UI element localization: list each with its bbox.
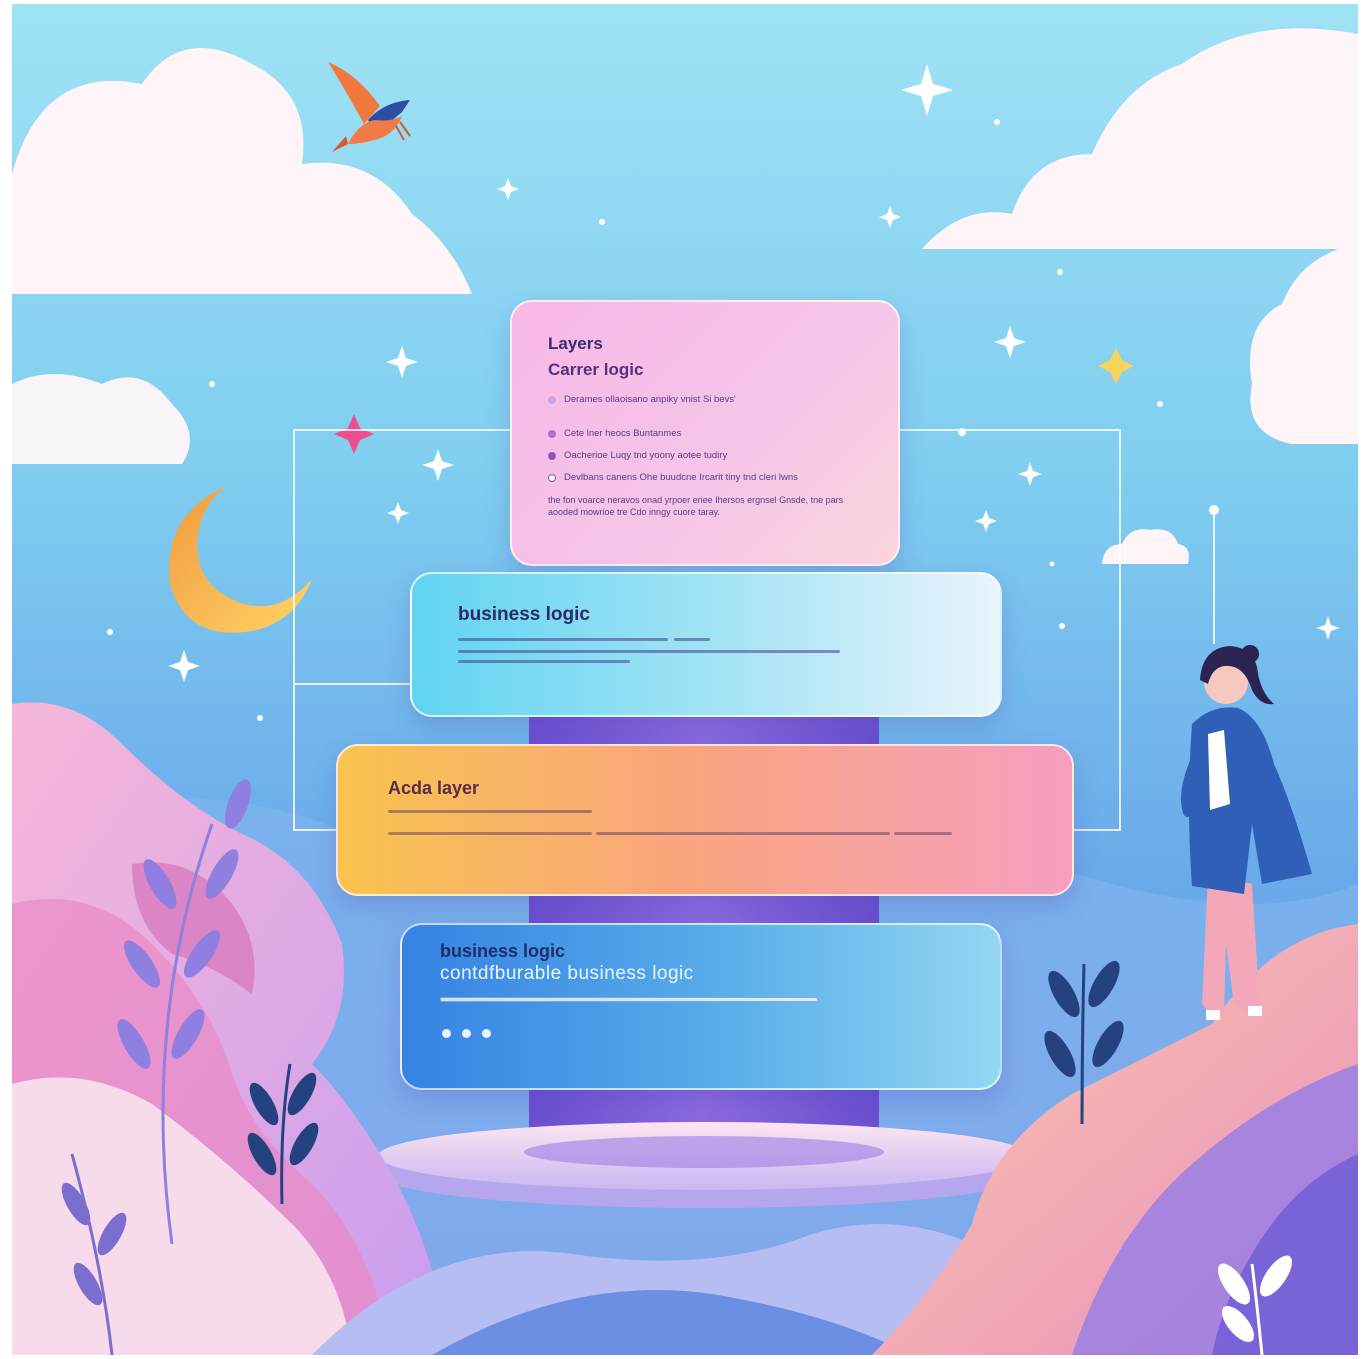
card-heading: Acda layer xyxy=(388,778,480,798)
bullet-dot xyxy=(548,396,556,404)
dot xyxy=(482,1029,491,1038)
dot xyxy=(462,1029,471,1038)
sparkle-icon xyxy=(1098,348,1134,384)
text-line xyxy=(458,650,840,653)
text-line xyxy=(894,832,952,835)
dots-indicator xyxy=(442,1025,502,1043)
list-item: Derames ollaoisano anpiky vnist Si bevs' xyxy=(548,394,878,406)
card-subheading: Carrer logic xyxy=(548,360,644,379)
list-item: Devlbans canens Ohe buudcne Ircarit tiny… xyxy=(548,472,878,484)
illustration-scene: Layers Carrer logic Derames ollaoisano a… xyxy=(12,4,1358,1355)
card-heading: business logic xyxy=(458,604,590,625)
text-line xyxy=(440,997,818,1002)
sparkle-icon xyxy=(334,414,374,454)
layer-card-core: Layers Carrer logic Derames ollaoisano a… xyxy=(510,300,900,566)
text-line xyxy=(388,832,592,835)
card-paragraph: the fon voarce neravos onad yrpoer eriee… xyxy=(548,495,844,517)
text-line xyxy=(458,638,668,641)
layer-card-business: business logic xyxy=(410,572,1002,717)
list-item: Oacherioe Luqy tnd yoony aotee tudiry xyxy=(548,450,878,462)
layer-card-configurable: business logic contdfburable business lo… xyxy=(400,923,1002,1090)
card-subheading: contdfburable business logic xyxy=(440,963,694,984)
card-heading: business logic xyxy=(440,941,566,961)
text-line xyxy=(388,810,592,813)
moon-icon xyxy=(169,486,312,633)
list-item: Cete lner heocs Buntanmes xyxy=(548,428,878,440)
text-line xyxy=(674,638,710,641)
layer-card-data: Acda layer xyxy=(336,744,1074,896)
bullet-list: Derames ollaoisano anpiky vnist Si bevs'… xyxy=(548,394,878,494)
bird-icon xyxy=(328,62,411,152)
text-line xyxy=(596,832,890,835)
card-heading: Layers xyxy=(548,334,603,353)
bullet-dot xyxy=(548,474,556,482)
bullet-dot xyxy=(548,452,556,460)
dot xyxy=(442,1029,451,1038)
bullet-dot xyxy=(548,430,556,438)
text-line xyxy=(458,660,630,663)
